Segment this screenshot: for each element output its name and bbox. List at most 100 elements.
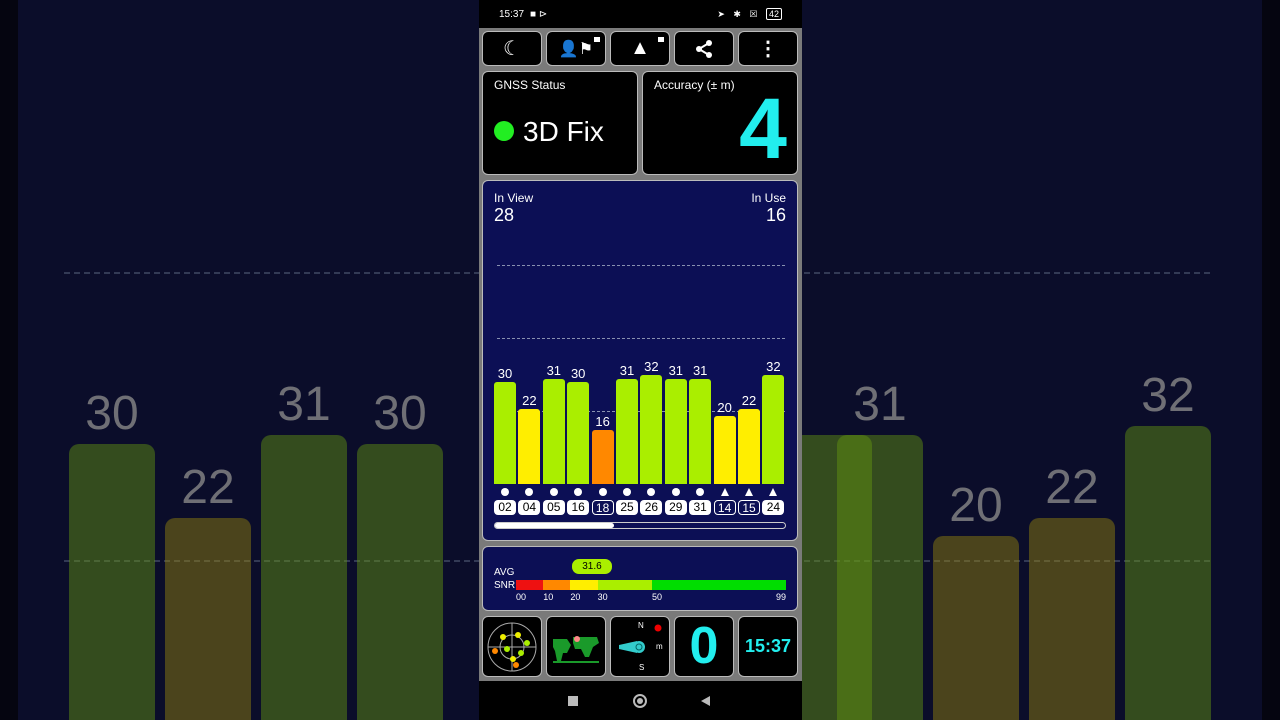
satellite-id-badge[interactable]: 25 <box>616 500 638 515</box>
satellite-id-badge[interactable]: 02 <box>494 500 516 515</box>
in-view-label: In View <box>494 191 534 205</box>
navigation-arrow-icon: ▲ <box>630 37 650 59</box>
snr-value: 32 <box>766 359 781 375</box>
more-button[interactable]: ⋮ <box>738 31 798 66</box>
background-bar-label: 31 <box>853 377 907 431</box>
constellation-circle-icon <box>598 488 607 496</box>
scrollbar-thumb[interactable] <box>495 523 614 528</box>
sky-plot-icon <box>487 622 537 672</box>
snr-bar <box>518 409 541 484</box>
in-view-count: 28 <box>494 205 515 225</box>
background-bar <box>933 536 1019 720</box>
in-use-label: In Use <box>751 191 786 205</box>
satellite-id-badge[interactable]: 04 <box>518 500 541 515</box>
snr-bar <box>591 429 614 484</box>
snr-value: 30 <box>497 366 513 381</box>
snr-tick-label: 20 <box>570 592 581 602</box>
background-bar-label: 22 <box>181 460 235 514</box>
snr-value: 31 <box>668 362 684 378</box>
compass-icon <box>619 624 662 653</box>
share-button[interactable] <box>674 31 734 66</box>
camera-icon: ■ ⊳ <box>530 8 548 20</box>
android-nav-bar <box>479 681 802 720</box>
speed-tile[interactable]: 0 <box>674 616 734 677</box>
background-edge <box>1262 0 1280 720</box>
constellation-circle-icon <box>549 488 558 496</box>
background-bar-label: 20 <box>949 479 1003 532</box>
snr-scale-segment <box>570 580 598 590</box>
more-vertical-icon: ⋮ <box>758 38 778 60</box>
snr-value: 32 <box>644 359 659 375</box>
background-bar-label: 30 <box>85 387 139 440</box>
constellation-circle-icon <box>671 488 680 496</box>
satellite-signal-panel: In View 28 In Use 16 30 02 22 04 31 05 30 16 16 1… <box>482 180 798 541</box>
constellation-circle-icon <box>647 488 656 496</box>
satellite-id-badge[interactable]: 31 <box>689 500 712 515</box>
snr-bar <box>738 409 760 484</box>
snr-scale-segment <box>652 580 786 590</box>
constellation-triangle-icon <box>720 488 729 496</box>
background-bar-label: 32 <box>1141 368 1195 422</box>
snr-value: 22 <box>741 393 757 409</box>
person-flag-icon: 👤⚑ <box>558 40 594 58</box>
battery-icon: 42 <box>765 7 782 20</box>
gridline <box>497 265 785 266</box>
home-circle-icon[interactable] <box>633 694 647 708</box>
snr-value: 16 <box>595 413 610 429</box>
clock-tile[interactable]: 15:37 <box>738 616 798 677</box>
snr-bar <box>762 375 785 484</box>
snr-bar <box>542 378 565 484</box>
status-time: 15:37 <box>499 8 525 20</box>
satellite-id-badge[interactable]: 26 <box>640 500 663 515</box>
constellation-triangle-icon <box>745 488 753 496</box>
snr-value: 22 <box>522 393 537 409</box>
back-triangle-icon[interactable] <box>701 696 710 706</box>
snr-bar <box>494 382 516 484</box>
satellite-id-badge[interactable]: 29 <box>664 500 687 515</box>
night-mode-button[interactable]: ☾ <box>482 31 542 66</box>
in-use-count: 16 <box>765 205 786 225</box>
satellite-scrollbar[interactable] <box>494 522 786 529</box>
gnss-status-panel: GNSS Status 3D Fix <box>482 71 638 175</box>
snr-value: 31 <box>546 362 562 378</box>
snr-bar <box>689 378 712 484</box>
snr-bar <box>664 378 687 484</box>
satellite-id-badge[interactable]: 18 <box>591 500 614 515</box>
snr-bar <box>640 375 663 484</box>
constellation-circle-icon <box>501 488 509 496</box>
background-bar <box>69 444 155 720</box>
sky-plot-tile[interactable] <box>482 616 542 677</box>
snr-tick-label: 50 <box>652 592 663 602</box>
constellation-circle-icon <box>574 488 583 496</box>
navigation-button[interactable]: ▲ <box>610 31 670 66</box>
background-bar-label: 31 <box>277 377 331 431</box>
background-bar-label: 30 <box>373 387 427 440</box>
snr-bar <box>713 416 736 484</box>
background-bar-label: 22 <box>1045 460 1099 514</box>
snr-label: SNR <box>494 580 516 591</box>
avg-snr-panel: AVG SNR 00 10 20 30 50 99 31.6 <box>482 546 798 611</box>
snr-value: 31 <box>619 362 635 378</box>
snr-tick-label: 10 <box>543 592 554 602</box>
fix-status-dot <box>494 121 514 141</box>
accuracy-value: 4 <box>739 81 787 177</box>
background-bar <box>1125 425 1211 720</box>
status-icons: ➤ ✱ ☒ 42 <box>717 7 782 20</box>
world-map-tile[interactable] <box>546 616 606 677</box>
background-bar <box>837 434 923 720</box>
satellite-id-badge[interactable]: 05 <box>542 500 565 515</box>
compass-tile[interactable]: N S m <box>610 616 670 677</box>
satellite-id-badge[interactable]: 15 <box>738 500 760 515</box>
accuracy-label: Accuracy (± m) <box>654 78 735 92</box>
avg-snr-marker: 31.6 <box>571 559 612 574</box>
satellite-id-badge[interactable]: 14 <box>713 500 736 515</box>
moon-icon: ☾ <box>503 38 521 60</box>
recents-square-icon[interactable] <box>568 696 578 706</box>
snr-value: 20 <box>717 400 732 415</box>
snr-value: 31 <box>692 362 708 378</box>
avg-label: AVG <box>494 567 515 578</box>
background-bar <box>165 517 251 720</box>
person-flag-button[interactable]: 👤⚑ <box>546 31 606 66</box>
satellite-id-badge[interactable]: 24 <box>762 500 785 515</box>
satellite-id-badge[interactable]: 16 <box>567 500 590 515</box>
